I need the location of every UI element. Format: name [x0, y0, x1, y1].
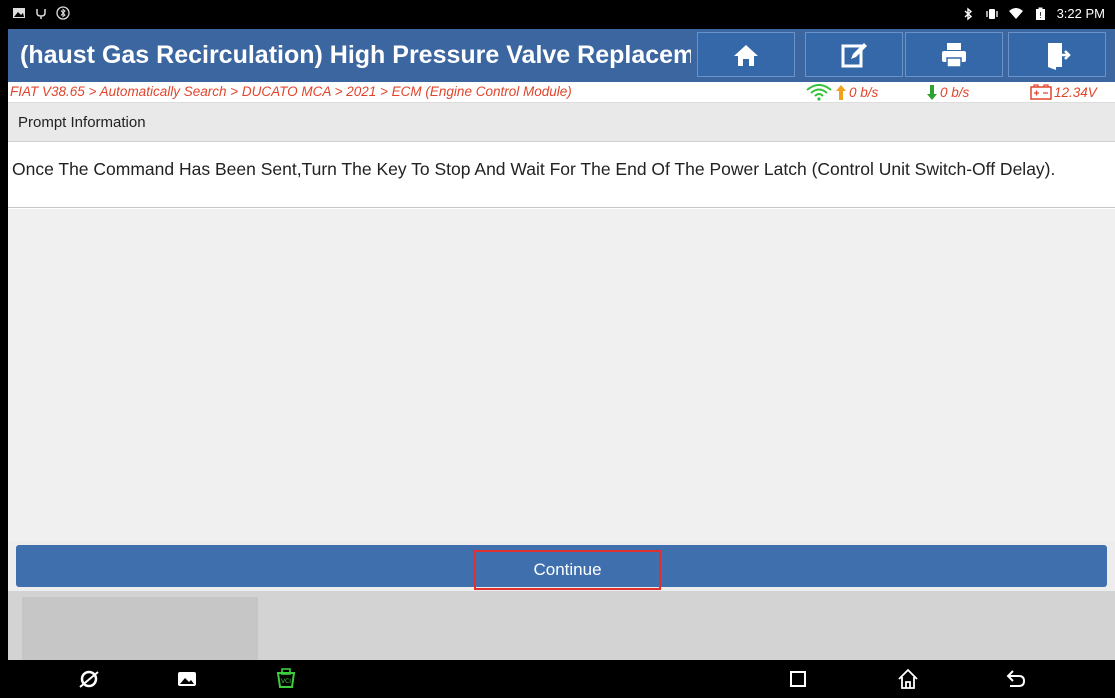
edit-button[interactable] [805, 32, 903, 77]
svg-text:VCI: VCI [281, 678, 291, 685]
upload-status: 0 b/s [805, 84, 878, 101]
vci-icon[interactable]: VCI [274, 667, 298, 691]
print-button[interactable] [905, 32, 1003, 77]
voltage-status: 12.34V [1030, 84, 1097, 100]
home-nav-icon[interactable] [896, 667, 920, 691]
breadcrumb: FIAT V38.65 > Automatically Search > DUC… [10, 84, 572, 99]
recent-apps-icon[interactable] [786, 667, 810, 691]
download-rate: 0 b/s [940, 85, 970, 100]
prompt-header: Prompt Information [8, 103, 1115, 142]
bluetooth-icon [964, 7, 972, 20]
page-title: (haust Gas Recirculation) High Pressure … [20, 41, 691, 69]
continue-button[interactable]: Continue [16, 545, 1107, 590]
vibrate-icon [985, 8, 998, 19]
svg-text:!: ! [1038, 11, 1041, 20]
clock: 3:22 PM [1056, 6, 1105, 21]
action-row: Continue [8, 541, 1115, 591]
voltage: 12.34V [1054, 84, 1097, 100]
back-icon[interactable] [1004, 667, 1028, 691]
upload-rate: 0 b/s [849, 85, 879, 100]
battery-icon: ! [1035, 7, 1045, 20]
print-icon [942, 42, 966, 68]
exit-button[interactable] [1008, 32, 1106, 77]
breadcrumb-bar: FIAT V38.65 > Automatically Search > DUC… [8, 82, 1115, 103]
exit-icon [1048, 42, 1071, 70]
screen: ! 3:22 PM (haust Gas Recirculation) High… [8, 0, 1115, 698]
home-button[interactable] [697, 32, 795, 77]
browser-icon[interactable] [77, 667, 101, 691]
battery-voltage-icon [1030, 84, 1052, 100]
image-notification-icon [13, 8, 25, 18]
edit-icon [841, 42, 867, 67]
footer-area [8, 591, 1115, 660]
home-icon [734, 44, 758, 66]
bluetooth-settings-icon [56, 6, 70, 20]
nav-bar: VCI [8, 660, 1115, 698]
content-area [8, 209, 1115, 541]
prompt-header-label: Prompt Information [18, 114, 146, 131]
download-arrow-icon [927, 85, 937, 100]
continue-label[interactable]: Continue [474, 550, 661, 590]
title-bar: (haust Gas Recirculation) High Pressure … [8, 29, 1115, 82]
upload-arrow-icon [836, 85, 846, 100]
gallery-icon[interactable] [175, 667, 199, 691]
download-status: 0 b/s [926, 84, 969, 101]
wifi-icon [1008, 7, 1023, 19]
footer-panel [22, 597, 258, 660]
prompt-message: Once The Command Has Been Sent,Turn The … [8, 142, 1115, 208]
wifi-signal-icon [806, 84, 832, 101]
usb-icon [36, 9, 46, 19]
status-bar: ! 3:22 PM [8, 0, 1115, 29]
